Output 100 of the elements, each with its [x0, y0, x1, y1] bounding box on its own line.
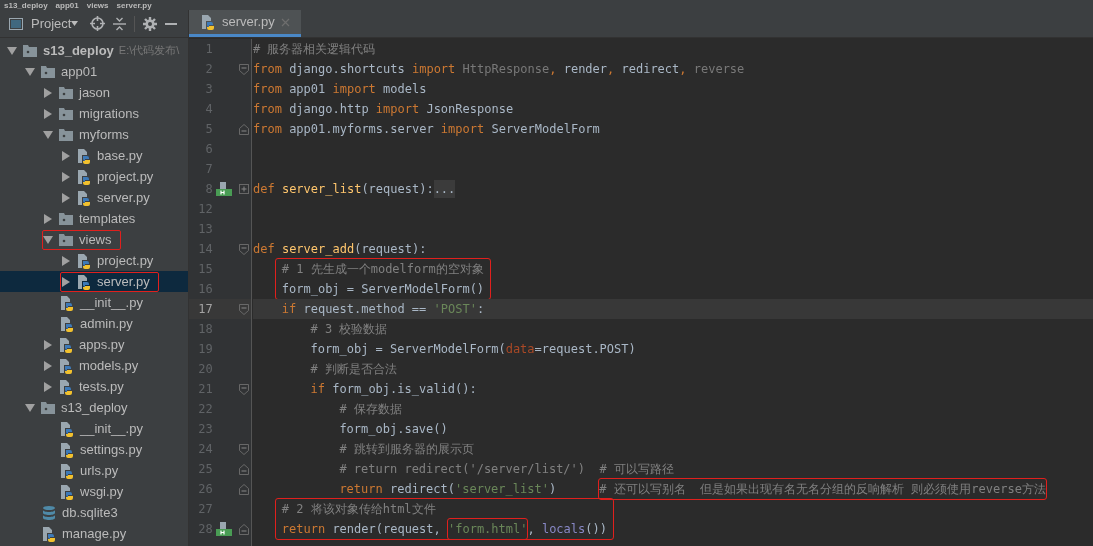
code-token: # 判断是否合法	[310, 361, 398, 378]
tree-item[interactable]: base.py	[0, 145, 188, 166]
tree-item[interactable]: server.py	[0, 187, 188, 208]
code-token: return	[281, 521, 326, 538]
tree-item[interactable]: templates	[0, 208, 188, 229]
python-file-icon	[76, 252, 92, 269]
collapse-arrow-icon[interactable]	[43, 87, 53, 98]
collapse-arrow-icon[interactable]	[61, 192, 71, 203]
code-token: ())	[585, 521, 607, 538]
python-file-icon	[76, 168, 92, 185]
tree-item-label: apps.py	[79, 335, 125, 354]
collapse-arrow-icon[interactable]	[43, 108, 53, 119]
run-config-icon[interactable]	[216, 182, 233, 196]
fold-marker-icon[interactable]	[238, 483, 249, 495]
code-token: =request.POST)	[534, 341, 636, 358]
expand-fold-icon[interactable]	[238, 184, 249, 194]
code-token: # 跳转到服务器的展示页	[339, 441, 474, 458]
tree-item[interactable]: tests.py	[0, 376, 188, 397]
fold-marker-icon[interactable]	[238, 243, 249, 255]
folder-icon	[58, 211, 74, 226]
expand-arrow-icon[interactable]	[25, 402, 35, 413]
tree-item[interactable]: app01	[0, 61, 188, 82]
code-token: from	[253, 101, 282, 118]
tree-item[interactable]: models.py	[0, 355, 188, 376]
tree-item[interactable]: wsgi.py	[0, 481, 188, 502]
collapse-arrow-icon[interactable]	[43, 381, 53, 392]
code-token: ,	[607, 61, 616, 78]
code-token: render(request,	[331, 521, 442, 538]
tree-item[interactable]: views	[0, 229, 188, 250]
tree-item[interactable]: admin.py	[0, 313, 188, 334]
window-icon	[9, 17, 23, 30]
folder-icon	[58, 127, 74, 142]
code-token: ,	[679, 61, 688, 78]
breadcrumb-item[interactable]: s13_deploy	[4, 1, 48, 10]
tree-item[interactable]: s13_deploy	[0, 397, 188, 418]
code-token: # 1 先生成一个modelform的空对象	[281, 261, 484, 278]
code-token: form_obj = ServerModelForm()	[281, 281, 485, 298]
tree-item-label: server.py	[97, 272, 150, 291]
fold-marker-icon[interactable]	[238, 383, 249, 395]
collapse-arrow-icon[interactable]	[61, 171, 71, 182]
tree-item[interactable]: project.py	[0, 166, 188, 187]
code-token: import	[332, 81, 376, 98]
tree-item[interactable]: project.py	[0, 250, 188, 271]
folder-icon	[58, 85, 74, 100]
run-config-icon[interactable]	[216, 522, 233, 536]
tree-item-label: db.sqlite3	[62, 503, 118, 522]
code-token: from	[253, 61, 282, 78]
python-file-icon	[76, 189, 92, 206]
settings-icon[interactable]	[143, 16, 158, 31]
tree-item-label: s13_deploy	[61, 398, 128, 417]
breadcrumb-item[interactable]: views	[86, 1, 109, 10]
collapse-arrow-icon[interactable]	[61, 255, 71, 266]
fold-marker-icon[interactable]	[238, 523, 249, 535]
tree-item[interactable]: settings.py	[0, 439, 188, 460]
editor-tab[interactable]: server.py	[189, 10, 301, 37]
breadcrumb-item[interactable]: server.py	[116, 1, 152, 10]
caret-icon	[71, 21, 79, 26]
tree-item[interactable]: server.py	[0, 271, 188, 292]
project-view-dropdown[interactable]: Project	[31, 13, 79, 34]
tree-item[interactable]: migrations	[0, 103, 188, 124]
code-token: request.method ==	[302, 301, 428, 318]
fold-marker-icon[interactable]	[238, 63, 249, 75]
code-token: 'server_list'	[455, 481, 549, 498]
tree-item-label: server.py	[97, 188, 150, 207]
tree-item-label: project.py	[97, 251, 154, 270]
expand-arrow-icon[interactable]	[7, 45, 17, 56]
code-token: ,	[527, 521, 536, 538]
fold-marker-icon[interactable]	[238, 303, 249, 315]
fold-marker-icon[interactable]	[238, 463, 249, 475]
tree-item-label: models.py	[79, 356, 139, 375]
tree-item[interactable]: db.sqlite3	[0, 502, 188, 523]
tree-item[interactable]: urls.py	[0, 460, 188, 481]
tree-item-label: __init__.py	[80, 419, 143, 438]
tree-item[interactable]: myforms	[0, 124, 188, 145]
tree-item[interactable]: apps.py	[0, 334, 188, 355]
code-token: app01	[288, 81, 327, 98]
expand-arrow-icon[interactable]	[43, 129, 53, 140]
code-token: # 保存数据	[339, 401, 402, 418]
tree-item[interactable]: manage.py	[0, 523, 188, 544]
fold-marker-icon[interactable]	[238, 123, 249, 135]
tree-item-label: myforms	[79, 125, 129, 144]
collapse-arrow-icon[interactable]	[43, 339, 53, 350]
expand-arrow-icon[interactable]	[25, 66, 35, 77]
collapse-arrow-icon[interactable]	[43, 360, 53, 371]
folder-icon	[58, 232, 74, 247]
collapse-arrow-icon[interactable]	[61, 150, 71, 161]
minimize-icon[interactable]	[165, 22, 178, 25]
tree-item-label: tests.py	[79, 377, 124, 396]
tree-item[interactable]: __init__.py	[0, 292, 188, 313]
collapse-all-icon[interactable]	[113, 16, 127, 31]
fold-marker-icon[interactable]	[238, 443, 249, 455]
collapse-arrow-icon[interactable]	[43, 213, 53, 224]
breadcrumb-item[interactable]: app01	[55, 1, 79, 10]
target-icon[interactable]	[90, 16, 106, 31]
code-token: form_obj = ServerModelForm(	[310, 341, 506, 358]
tree-item[interactable]: jason	[0, 82, 188, 103]
collapse-arrow-icon[interactable]	[61, 276, 71, 287]
tree-item[interactable]: __init__.py	[0, 418, 188, 439]
code-token: locals	[541, 521, 586, 538]
expand-arrow-icon[interactable]	[43, 234, 53, 245]
